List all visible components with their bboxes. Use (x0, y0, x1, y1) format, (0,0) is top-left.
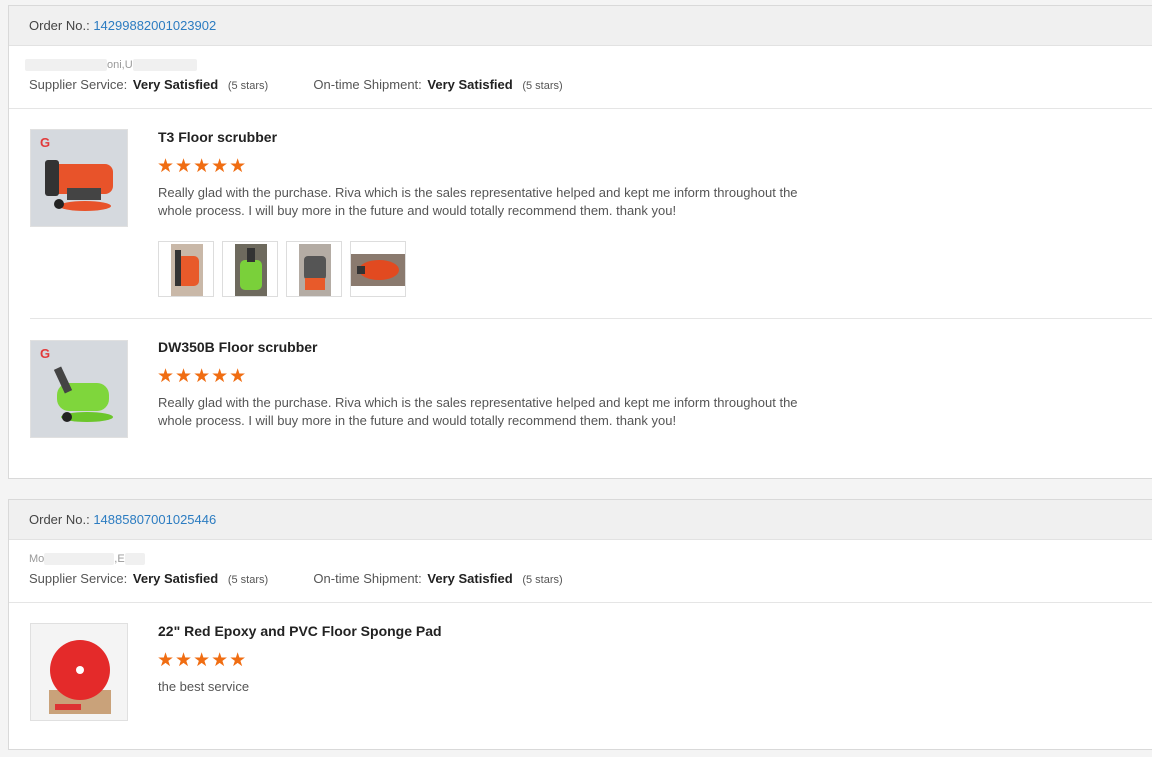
order-card: Order No.: 14885807001025446 Mo ,E Suppli… (8, 499, 1152, 750)
seller-scores: Supplier Service: Very Satisfied (5 star… (29, 77, 563, 92)
review-photo[interactable] (158, 241, 214, 297)
redaction-mask (132, 59, 197, 72)
svg-text:G: G (40, 346, 50, 361)
product-thumbnail[interactable] (30, 623, 128, 721)
review-photo[interactable] (286, 241, 342, 297)
review-photo[interactable] (350, 241, 406, 297)
review-item: G T3 Floor scrubber ★★★★★ Really glad wi… (9, 109, 1152, 319)
review-photo[interactable] (222, 241, 278, 297)
product-name[interactable]: T3 Floor scrubber (158, 129, 277, 145)
order-no-link[interactable]: 14299882001023902 (93, 18, 216, 33)
order-no-label: Order No.: (29, 512, 90, 527)
buyer-name: oni,U (9, 56, 1152, 74)
review-text: Really glad with the purchase. Riva whic… (158, 395, 798, 428)
rating-stars: ★★★★★ (157, 366, 248, 387)
order-card: Order No.: 14299882001023902 oni,U Suppl… (8, 5, 1152, 479)
review-text: the best service (158, 679, 250, 694)
product-name[interactable]: DW350B Floor scrubber (158, 339, 317, 355)
review-text: Really glad with the purchase. Riva whic… (158, 185, 798, 218)
rating-stars: ★★★★★ (157, 156, 248, 177)
review-item: G DW350B Floor scrubber ★★★★★ Really gla… (9, 319, 1152, 469)
product-thumbnail[interactable]: G (30, 340, 128, 438)
order-no-link[interactable]: 14885807001025446 (93, 512, 216, 527)
order-header: Order No.: 14299882001023902 (9, 6, 1152, 46)
order-header: Order No.: 14885807001025446 (9, 500, 1152, 540)
review-item: 22" Red Epoxy and PVC Floor Sponge Pad ★… (9, 603, 1152, 743)
product-thumbnail[interactable]: G (30, 129, 128, 227)
redaction-mask (44, 553, 115, 566)
redaction-mask (124, 553, 145, 566)
seller-scores: Supplier Service: Very Satisfied (5 star… (29, 571, 563, 586)
buyer-name: Mo ,E (9, 550, 1152, 568)
rating-stars: ★★★★★ (157, 650, 248, 671)
svg-text:G: G (40, 135, 50, 150)
product-name[interactable]: 22" Red Epoxy and PVC Floor Sponge Pad (158, 623, 442, 639)
order-no-label: Order No.: (29, 18, 90, 33)
redaction-mask (25, 59, 107, 72)
review-photos (158, 241, 406, 297)
